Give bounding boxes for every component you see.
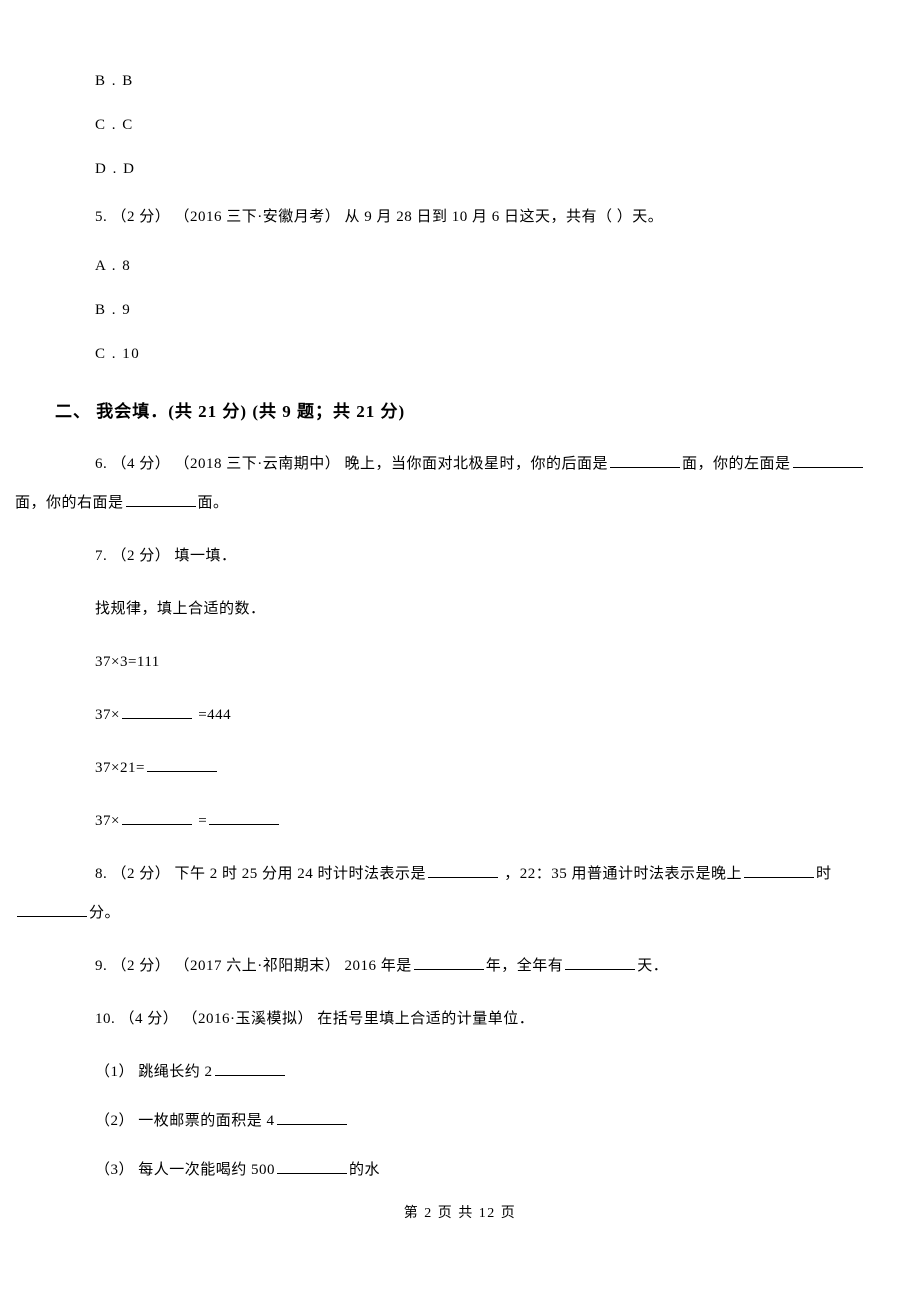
q5-option-c: C . 10 bbox=[95, 339, 865, 369]
q7-blank-2 bbox=[147, 757, 217, 772]
q10-blank-2 bbox=[277, 1110, 347, 1125]
q7-line3-suffix: =444 bbox=[194, 707, 231, 723]
q6-text-4: 面。 bbox=[198, 495, 229, 511]
q7-line-5: 37× = bbox=[95, 802, 865, 841]
q10-s3-prefix: （3） 每人一次能喝约 500 bbox=[95, 1162, 275, 1178]
question-6: 6. （4 分） （2018 三下·云南期中） 晚上，当你面对北极星时，你的后面… bbox=[55, 445, 865, 523]
section-2-header: 二、 我会填．(共 21 分) (共 9 题；共 21 分) bbox=[55, 395, 865, 429]
prev-option-c: C . C bbox=[95, 110, 865, 140]
question-7-stem: 7. （2 分） 填一填． bbox=[95, 537, 865, 576]
q7-blank-4 bbox=[209, 810, 279, 825]
q10-blank-1 bbox=[215, 1061, 285, 1076]
q6-text-2: 面，你的左面是 bbox=[682, 456, 791, 472]
q6-blank-1 bbox=[610, 453, 680, 468]
q8-prefix: 8. （2 分） 下午 2 时 25 分用 24 时计时法表示是 bbox=[95, 866, 426, 882]
q9-prefix: 9. （2 分） （2017 六上·祁阳期末） 2016 年是 bbox=[95, 958, 412, 974]
q7-line-2: 37×3=111 bbox=[95, 643, 865, 682]
q7-line5-prefix: 37× bbox=[95, 813, 120, 829]
q9-blank-2 bbox=[565, 955, 635, 970]
q5-option-a: A . 8 bbox=[95, 251, 865, 281]
question-5-stem: 5. （2 分） （2016 三下·安徽月考） 从 9 月 28 日到 10 月… bbox=[95, 198, 865, 237]
q7-blank-1 bbox=[122, 704, 192, 719]
q7-blank-3 bbox=[122, 810, 192, 825]
prev-option-d: D . D bbox=[95, 154, 865, 184]
q8-suffix1: 时 bbox=[816, 866, 832, 882]
question-8: 8. （2 分） 下午 2 时 25 分用 24 时计时法表示是 ，22：35 … bbox=[55, 855, 865, 933]
q10-s2-prefix: （2） 一枚邮票的面积是 4 bbox=[95, 1113, 275, 1129]
q7-line-3: 37× =444 bbox=[95, 696, 865, 735]
q8-blank-3 bbox=[17, 902, 87, 917]
page-content: B . B C . C D . D 5. （2 分） （2016 三下·安徽月考… bbox=[0, 0, 920, 1228]
page-footer: 第 2 页 共 12 页 bbox=[55, 1200, 865, 1228]
question-10-stem: 10. （4 分） （2016·玉溪模拟） 在括号里填上合适的计量单位． bbox=[95, 1000, 865, 1039]
q8-blank-2 bbox=[744, 863, 814, 878]
question-9: 9. （2 分） （2017 六上·祁阳期末） 2016 年是 年，全年有 天． bbox=[95, 947, 865, 986]
q10-s1-prefix: （1） 跳绳长约 2 bbox=[95, 1064, 213, 1080]
q10-sub-2: （2） 一枚邮票的面积是 4 bbox=[95, 1102, 865, 1141]
q10-sub-1: （1） 跳绳长约 2 bbox=[95, 1053, 865, 1092]
q7-line-1: 找规律，填上合适的数． bbox=[95, 590, 865, 629]
q7-line5-mid: = bbox=[194, 813, 207, 829]
q10-blank-3 bbox=[277, 1159, 347, 1174]
q6-text-1: 6. （4 分） （2018 三下·云南期中） 晚上，当你面对北极星时，你的后面… bbox=[95, 456, 608, 472]
q10-sub-3: （3） 每人一次能喝约 500 的水 bbox=[95, 1151, 865, 1190]
q9-blank-1 bbox=[414, 955, 484, 970]
q9-suffix: 天． bbox=[637, 958, 668, 974]
q6-blank-3 bbox=[126, 492, 196, 507]
q6-blank-2 bbox=[793, 453, 863, 468]
q8-mid: ，22：35 用普通计时法表示是晚上 bbox=[500, 866, 742, 882]
q8-suffix2: 分。 bbox=[89, 905, 120, 921]
q5-option-b: B . 9 bbox=[95, 295, 865, 325]
q7-line3-prefix: 37× bbox=[95, 707, 120, 723]
q8-blank-1 bbox=[428, 863, 498, 878]
q7-line-4: 37×21= bbox=[95, 749, 865, 788]
q9-mid: 年，全年有 bbox=[486, 958, 564, 974]
q6-text-3: 面，你的右面是 bbox=[15, 495, 124, 511]
q10-s3-suffix: 的水 bbox=[349, 1162, 380, 1178]
q7-line4-prefix: 37×21= bbox=[95, 760, 145, 776]
prev-option-b: B . B bbox=[95, 66, 865, 96]
